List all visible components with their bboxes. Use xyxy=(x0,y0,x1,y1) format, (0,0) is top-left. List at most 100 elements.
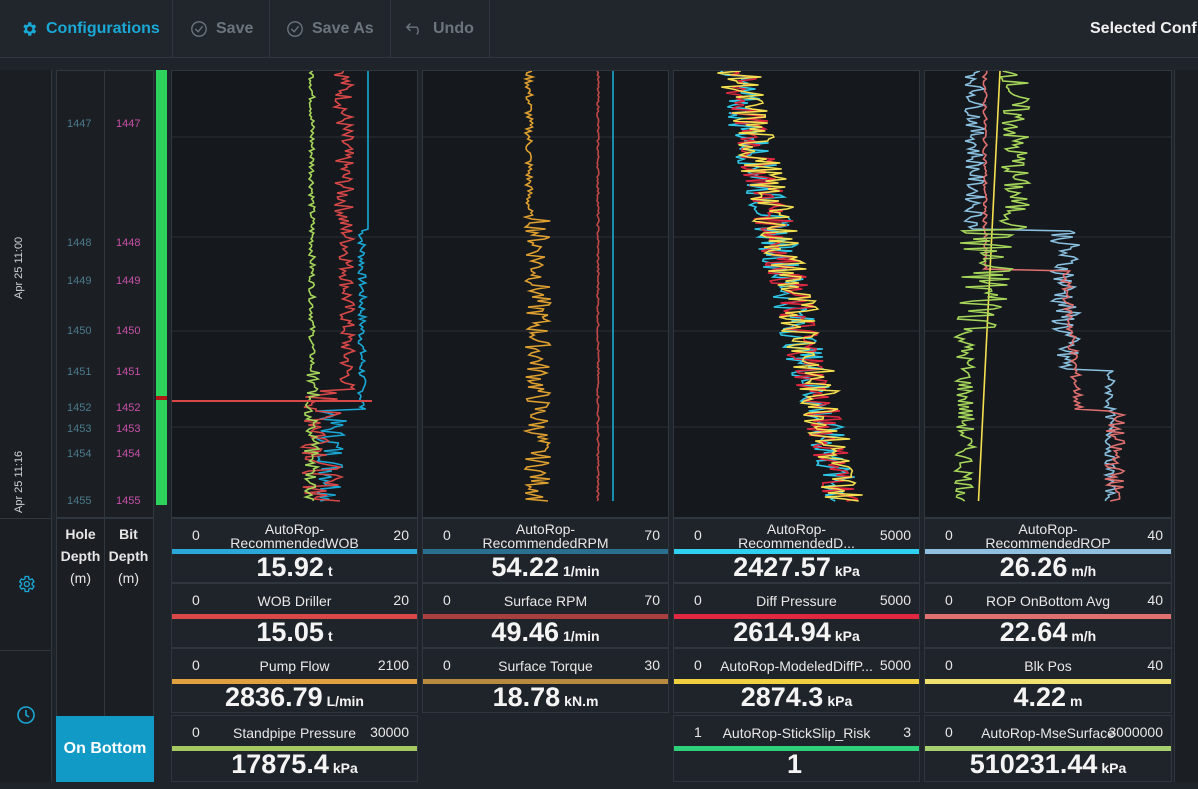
readout-cell[interactable]: 0 Standpipe Pressure 30000 17875.4 kPa xyxy=(171,715,418,782)
scale-min: 0 xyxy=(945,527,953,543)
left-sidebar: Apr 25 11:00 Apr 25 11:16 xyxy=(0,70,52,782)
history-button[interactable] xyxy=(15,704,37,726)
on-bottom-button[interactable]: On Bottom xyxy=(56,716,154,782)
divider xyxy=(0,650,51,651)
scale-min: 1 xyxy=(694,724,702,740)
value-unit: kPa xyxy=(1101,760,1127,776)
scale-max: 20 xyxy=(393,592,409,608)
value-number: 2614.94 xyxy=(733,617,831,647)
bit-depth-header: Bit Depth (m) xyxy=(108,526,149,586)
scale-min: 0 xyxy=(694,657,702,673)
channel-value: 2427.57 kPa xyxy=(674,552,919,583)
scale-max: 40 xyxy=(1147,527,1163,543)
value-unit: m/h xyxy=(1071,628,1097,644)
clock-icon xyxy=(17,706,35,724)
readout-cell[interactable]: 0 AutoRop-RecommendedROP 40 26.26 m/h xyxy=(924,518,1172,583)
channel-value: 2874.3 kPa xyxy=(674,682,919,713)
time-label-1100: Apr 25 11:00 xyxy=(13,236,25,299)
channel-value: 1 xyxy=(674,749,919,780)
value-number: 2836.79 xyxy=(225,682,323,712)
bit-depth-tick: 1448 xyxy=(116,237,141,249)
readout-cell[interactable]: 0 Surface Torque 30 18.78 kN.m xyxy=(422,648,669,713)
depth-column: 1447 1447 1448 1448 1449 1449 1450 1450 1451 1451… xyxy=(56,70,154,518)
scale-min: 0 xyxy=(945,657,953,673)
channel-name: Surface Torque xyxy=(498,658,593,674)
value-unit: m/h xyxy=(1071,563,1097,579)
hole-depth-header: Hole Depth (m) xyxy=(60,526,101,586)
scale-min: 0 xyxy=(443,657,451,673)
mse-surface-curve xyxy=(952,71,1032,502)
undo-label: Undo xyxy=(433,20,474,37)
channel-value: 15.05 t xyxy=(172,617,417,648)
save-as-button[interactable]: Save As xyxy=(270,0,391,58)
scale-min: 0 xyxy=(443,592,451,608)
value-unit: kPa xyxy=(834,563,860,579)
settings-button[interactable] xyxy=(15,573,37,595)
value-number: 510231.44 xyxy=(969,749,1098,779)
scale-max: 2100 xyxy=(377,657,409,673)
value-number: 15.05 xyxy=(256,617,324,647)
scale-min: 0 xyxy=(192,657,200,673)
scale-min: 0 xyxy=(694,527,702,543)
time-label-1116: Apr 25 11:16 xyxy=(13,450,25,513)
bit-depth-tick: 1447 xyxy=(116,118,141,130)
save-as-label: Save As xyxy=(312,20,374,37)
gear-icon xyxy=(18,575,35,593)
readout-cell[interactable]: 0 AutoRop-RecommendedD... 5000 2427.57 kPa xyxy=(673,518,920,583)
value-unit: L/min xyxy=(326,693,364,709)
hole-depth-tick: 1451 xyxy=(67,366,92,378)
readout-cell[interactable]: 0 AutoRop-RecommendedRPM 70 54.22 1/min xyxy=(422,518,669,583)
bit-depth-tick: 1451 xyxy=(116,366,141,378)
readout-cell[interactable]: 0 AutoRop-ModeledDiffP... 5000 2874.3 kPa xyxy=(673,648,920,713)
readout-cell[interactable]: 0 Pump Flow 2100 2836.79 L/min xyxy=(171,648,418,713)
channel-value: 26.26 m/h xyxy=(925,552,1171,583)
value-number: 26.26 xyxy=(999,552,1068,582)
track-1-plot xyxy=(172,71,417,502)
readout-cell[interactable]: 0 AutoRop-MseSurface 3000000 510231.44 kPa xyxy=(924,715,1172,782)
value-number: 15.92 xyxy=(256,552,324,582)
channel-name: AutoRop-RecommendedROP xyxy=(985,521,1111,551)
readout-cell[interactable]: 0 ROP OnBottom Avg 40 22.64 m/h xyxy=(924,583,1172,648)
value-number: 54.22 xyxy=(491,552,559,582)
scale-max: 3000000 xyxy=(1108,724,1163,740)
gear-icon xyxy=(23,22,37,36)
value-number: 18.78 xyxy=(492,682,561,712)
value-unit: t xyxy=(327,628,333,644)
value-number: 22.64 xyxy=(999,617,1068,647)
readout-cell[interactable]: 1 AutoRop-StickSlip_Risk 3 1 xyxy=(673,715,920,782)
value-unit: 1/min xyxy=(563,628,600,644)
bit-depth-tick: 1452 xyxy=(116,402,141,414)
track-1 xyxy=(171,70,418,518)
readout-cell[interactable]: 0 AutoRop-RecommendedWOB 20 15.92 t xyxy=(171,518,418,583)
save-button[interactable]: Save xyxy=(174,0,270,58)
undo-button[interactable]: Undo xyxy=(391,0,490,58)
readout-cell[interactable]: 0 Diff Pressure 5000 2614.94 kPa xyxy=(673,583,920,648)
value-unit: t xyxy=(327,563,333,579)
readout-cell[interactable]: 0 WOB Driller 20 15.05 t xyxy=(171,583,418,648)
value-number: 4.22 xyxy=(1013,682,1067,712)
value-number: 2874.3 xyxy=(740,682,824,712)
readout-cell[interactable]: 0 Blk Pos 40 4.22 m xyxy=(924,648,1172,713)
indicator-marker xyxy=(156,396,167,400)
track-2 xyxy=(422,70,669,518)
channel-name: AutoRop-StickSlip_Risk xyxy=(722,725,871,741)
track-2-plot xyxy=(423,71,668,502)
channel-name: AutoRop-MseSurface xyxy=(981,725,1115,741)
value-unit: 1/min xyxy=(563,563,600,579)
configurations-button[interactable]: Configurations xyxy=(0,0,173,58)
readout-cell[interactable]: 0 Surface RPM 70 49.46 1/min xyxy=(422,583,669,648)
scale-min: 0 xyxy=(192,527,200,543)
scale-min: 0 xyxy=(945,724,953,740)
rpm-recommended-curve xyxy=(522,71,553,502)
scale-min: 0 xyxy=(694,592,702,608)
channel-name: AutoRop-RecommendedWOB xyxy=(230,521,359,551)
check-circle-icon xyxy=(191,21,207,37)
modeled-diff-pressure-curve xyxy=(717,71,863,502)
channel-value: 17875.4 kPa xyxy=(172,749,417,780)
scale-max: 30 xyxy=(644,657,660,673)
channel-name: AutoRop-RecommendedRPM xyxy=(482,521,609,551)
hole-depth-tick: 1453 xyxy=(67,423,92,435)
on-bottom-indicator-bar xyxy=(156,70,167,505)
bit-depth-tick: 1449 xyxy=(116,275,141,287)
hole-depth-tick: 1455 xyxy=(67,495,92,507)
